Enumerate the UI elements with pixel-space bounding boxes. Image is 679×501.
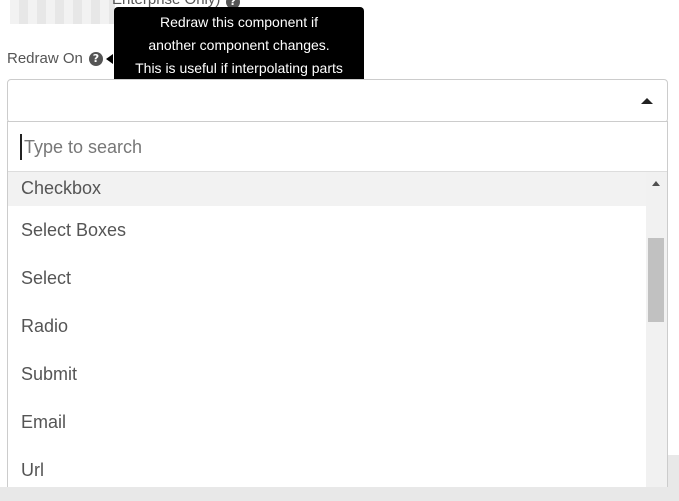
scrollbar-thumb[interactable] bbox=[648, 238, 664, 322]
tooltip-arrow bbox=[106, 54, 113, 64]
search-input[interactable] bbox=[20, 134, 654, 160]
option-checkbox[interactable]: Checkbox bbox=[8, 172, 646, 206]
option-select-boxes[interactable]: Select Boxes bbox=[8, 206, 646, 254]
redraw-on-select[interactable] bbox=[7, 79, 668, 123]
option-label: Url bbox=[21, 460, 44, 480]
tooltip-line: Redraw this component if bbox=[160, 14, 318, 30]
search-box bbox=[8, 122, 667, 172]
tooltip: Redraw this component if another compone… bbox=[114, 7, 364, 79]
option-select[interactable]: Select bbox=[8, 254, 646, 302]
caret-up-icon[interactable] bbox=[641, 98, 653, 104]
select-dropdown: Checkbox Select Boxes Select Radio Submi… bbox=[7, 121, 668, 501]
option-radio[interactable]: Radio bbox=[8, 302, 646, 350]
option-submit[interactable]: Submit bbox=[8, 350, 646, 398]
scroll-up-arrow-icon[interactable] bbox=[652, 181, 660, 186]
option-label: Radio bbox=[21, 316, 69, 336]
redacted-text bbox=[10, 0, 115, 24]
option-label: Select bbox=[21, 268, 72, 288]
page-background-strip bbox=[668, 455, 679, 487]
options-scrollbar[interactable] bbox=[646, 172, 667, 500]
option-label: Email bbox=[21, 412, 67, 432]
option-email[interactable]: Email bbox=[8, 398, 646, 446]
page-footer-strip bbox=[0, 487, 679, 501]
tooltip-line: This is useful if interpolating parts bbox=[135, 60, 343, 76]
tooltip-line: another component changes. bbox=[148, 37, 330, 53]
option-label: Submit bbox=[21, 364, 78, 384]
option-label: Checkbox bbox=[21, 178, 102, 198]
option-label: Select Boxes bbox=[21, 220, 127, 240]
question-circle-icon[interactable]: ? bbox=[89, 52, 103, 66]
redraw-on-label: Redraw On bbox=[7, 50, 83, 67]
options-list: Checkbox Select Boxes Select Radio Submi… bbox=[8, 172, 646, 500]
